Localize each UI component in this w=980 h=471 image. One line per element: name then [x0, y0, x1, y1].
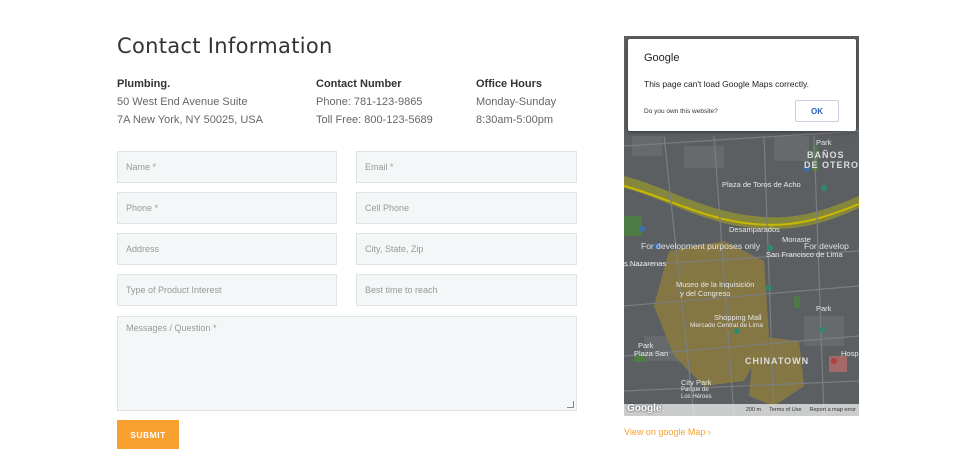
dev-watermark: For development purposes only — [641, 241, 761, 251]
phone-input[interactable]: Phone * — [117, 192, 337, 224]
address-line-1: 50 West End Avenue Suite — [117, 96, 248, 108]
map-label-hosp: Hosp — [841, 349, 859, 358]
map-label-chinatown: CHINATOWN — [745, 356, 810, 366]
map-label-park-1: Park — [816, 304, 832, 313]
map-label-de-otero: DE OTERO — [804, 160, 859, 170]
contact-number-info: Contact Number Phone: 781-123-9865 Toll … — [316, 75, 433, 129]
plumbing-info: Plumbing. 50 West End Avenue Suite 7A Ne… — [117, 75, 263, 129]
product-interest-input[interactable]: Type of Product Interest — [117, 274, 337, 306]
map-label-plaza-toros: Plaza de Toros de Acho — [722, 180, 801, 189]
map-label-heroes: Los Héroes — [681, 394, 712, 400]
plumbing-title: Plumbing. — [117, 78, 171, 90]
email-input[interactable]: Email * — [356, 151, 577, 183]
office-times: 8:30am-5:00pm — [476, 114, 554, 126]
google-map[interactable]: BAÑOS DE OTERO Plaza de Toros de Acho De… — [624, 36, 859, 416]
map-label-plaza-san: Plaza San — [634, 349, 669, 358]
submit-button[interactable]: SUBMIT — [117, 420, 179, 449]
dialog-message: This page can't load Google Maps correct… — [644, 79, 809, 89]
google-logo: Google — [627, 403, 662, 414]
map-label-banos: BAÑOS — [807, 150, 845, 160]
dialog-brand: Google — [644, 52, 680, 64]
cell-phone-input[interactable]: Cell Phone — [356, 192, 577, 224]
maps-error-dialog: Google This page can't load Google Maps … — [628, 39, 856, 131]
dialog-question-link[interactable]: Do you own this website? — [644, 108, 718, 115]
map-label-shopping: Shopping Mall — [714, 313, 762, 322]
map-label-nazarenas: s Nazarenas — [624, 259, 667, 268]
city-state-zip-input[interactable]: City, State, Zip — [356, 233, 577, 265]
map-label-museo-1: Museo de la Inquisición — [676, 280, 755, 289]
message-placeholder: Messages / Question * — [126, 323, 217, 333]
page-title: Contact Information — [117, 34, 333, 58]
map-label-parque: Parque de — [681, 387, 709, 393]
map-label-park-2: Park — [816, 138, 832, 147]
contact-number-title: Contact Number — [316, 78, 402, 90]
resize-handle-icon[interactable] — [567, 401, 574, 408]
address-line-2: 7A New York, NY 50025, USA — [117, 114, 263, 126]
office-days: Monday-Sunday — [476, 96, 557, 108]
map-label-mercado: Mercado Central de Lima — [690, 322, 763, 329]
best-time-input[interactable]: Best time to reach — [356, 274, 577, 306]
dev-watermark-2: For develop — [804, 241, 849, 251]
dialog-ok-button[interactable]: OK — [795, 100, 839, 122]
map-terms-link[interactable]: Terms of Use — [769, 407, 801, 413]
toll-free-number: Toll Free: 800-123-5689 — [316, 114, 433, 126]
message-textarea[interactable]: Messages / Question * — [117, 316, 577, 411]
office-hours-info: Office Hours Monday-Sunday 8:30am-5:00pm — [476, 75, 556, 129]
map-report-link[interactable]: Report a map error — [810, 407, 856, 413]
office-hours-title: Office Hours — [476, 78, 543, 90]
map-label-city-park: City Park — [681, 378, 712, 387]
map-label-san-francisco: San Francisco de Lima — [766, 250, 843, 259]
address-input[interactable]: Address — [117, 233, 337, 265]
view-on-google-map-link[interactable]: View on google Map › — [624, 427, 711, 437]
map-label-museo-2: y del Congreso — [680, 289, 731, 298]
map-scale: 200 m — [745, 407, 762, 413]
map-label-desamparados: Desamparados — [729, 225, 780, 234]
name-input[interactable]: Name * — [117, 151, 337, 183]
phone-number: Phone: 781-123-9865 — [316, 96, 423, 108]
